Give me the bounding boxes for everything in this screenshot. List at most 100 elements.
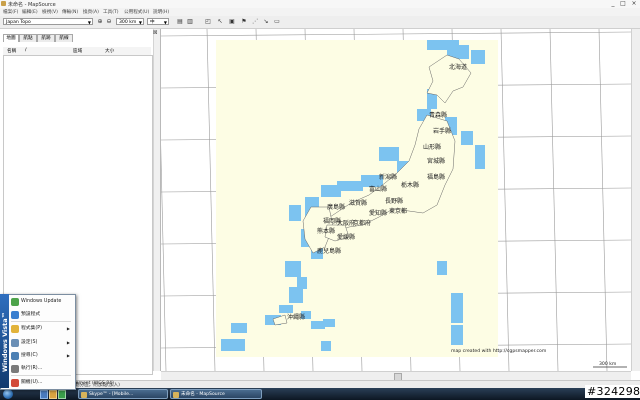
sea-tile (459, 45, 469, 59)
start-menu-item[interactable]: 關機(U)... (10, 377, 72, 389)
start-menu-separator (11, 321, 71, 322)
submenu-arrow-icon: ▶ (66, 326, 70, 331)
close-icon[interactable]: ☒ (153, 30, 157, 36)
start-menu-item[interactable]: 預設程式 (10, 309, 72, 321)
column-area[interactable]: 區域 (73, 48, 82, 54)
grid-line (500, 28, 510, 372)
map-canvas[interactable]: 北海道青森縣岩手縣山形縣宮城縣福島縣 新潟縣栃木縣富山縣長野縣東京都愛知縣滋賀縣廣… (157, 28, 632, 372)
prefecture-label: 富山縣 (369, 185, 387, 193)
sea-tile (321, 185, 341, 197)
sea-tile (231, 323, 247, 333)
start-button[interactable] (3, 389, 13, 399)
taskbar-item-skype[interactable]: Skype™ - [Mobile... (78, 389, 168, 399)
submenu-arrow-icon: ▶ (66, 340, 70, 345)
start-menu-item[interactable]: 程式集(P) ▶ (10, 323, 72, 335)
start-menu-item[interactable]: 搜尋(C) ▶ (10, 350, 72, 362)
vertical-scrollbar[interactable] (631, 29, 640, 371)
start-menu-item[interactable]: 執行(R)... (10, 363, 72, 375)
menu-transfer[interactable]: 傳輸(N) (62, 9, 78, 15)
taskbar-item-mapsource[interactable]: 未命名 - MapSource (170, 389, 262, 399)
prefecture-label: 岩手縣 (433, 127, 451, 135)
route-tool-icon[interactable]: ⋰ (251, 18, 259, 26)
start-menu-item-label: Windows Update (21, 299, 62, 304)
submenu-arrow-icon: ▶ (66, 353, 70, 358)
chevron-down-icon: ▼ (163, 20, 167, 25)
tab-maps[interactable]: 地圖 (3, 34, 19, 42)
menu-tools[interactable]: 工具(T) (103, 9, 119, 15)
panel-scrollbar[interactable] (153, 29, 160, 371)
hand-tool-icon[interactable]: ▣ (228, 18, 236, 26)
tab-waypoints[interactable]: 航點 (19, 34, 37, 42)
sea-tile (311, 321, 325, 329)
start-menu-separator (11, 375, 71, 376)
start-menu-item-label: 程式集(P) (21, 326, 43, 331)
app-icon (1, 1, 6, 6)
detail-value: 中 (150, 20, 155, 25)
sea-tile (451, 293, 463, 323)
maximize-button[interactable]: □ (618, 1, 628, 7)
window-title: 未命名 - MapSource (8, 2, 56, 8)
menu-edit[interactable]: 編輯(E) (22, 9, 38, 15)
prefecture-label: 山形縣 (423, 143, 441, 151)
sea-tile (285, 261, 301, 277)
measure-tool-icon[interactable]: ▭ (273, 18, 281, 26)
sea-tile (323, 319, 335, 327)
prefecture-label: 京都府 (353, 219, 371, 227)
scale-label: 300 km (599, 361, 617, 367)
minimize-button[interactable]: _ (608, 1, 618, 7)
prefecture-label: 栃木縣 (401, 181, 419, 189)
sea-tile (475, 145, 485, 169)
settings-icon (11, 339, 19, 347)
detail-select[interactable]: 中 ▼ (147, 18, 169, 25)
zoom-in-icon[interactable]: ⊕ (96, 18, 104, 26)
start-menu-item-label: 執行(R)... (21, 366, 43, 371)
send-icon[interactable]: ▥ (186, 18, 194, 26)
zoom-out-icon[interactable]: ⊖ (105, 18, 113, 26)
chevron-down-icon: ▼ (87, 20, 91, 25)
prefecture-label: 宮城縣 (427, 157, 445, 165)
track-tool-icon[interactable]: ↘ (262, 18, 270, 26)
tab-routes[interactable]: 航線 (55, 34, 73, 42)
prefecture-label: 鹿兒島縣 (317, 247, 341, 255)
prefecture-label: 東京都 (389, 207, 407, 215)
quicklaunch-icon[interactable] (40, 390, 48, 399)
waypoint-tool-icon[interactable]: ⚑ (240, 18, 248, 26)
sea-tile (321, 341, 331, 351)
menu-view[interactable]: 檢視(V) (42, 9, 58, 15)
prefecture-label: 北海道 (449, 63, 467, 71)
column-name[interactable]: 名稱 (7, 48, 16, 54)
close-button[interactable]: × (629, 1, 639, 7)
sea-tile (437, 261, 447, 275)
quicklaunch-icon[interactable] (58, 390, 66, 399)
start-menu-item-label: 搜尋(C) (21, 353, 38, 358)
start-menu-item-label: 預設程式 (21, 312, 41, 317)
start-menu-item[interactable]: 設定(S) ▶ (10, 337, 72, 349)
vista-brand-text: Windows Vista™ (1, 311, 9, 373)
prefecture-label: 福岡縣 (323, 217, 341, 225)
menu-page[interactable]: 換頁(A) (83, 9, 99, 15)
column-sort[interactable]: / (25, 48, 27, 53)
map-product-select[interactable]: Japan Topo ▼ (3, 18, 93, 25)
mapsource-icon (173, 392, 179, 398)
sea-tile (289, 205, 301, 221)
status-datum: mment (WGS 84) (74, 381, 114, 386)
title-bar: 未命名 - MapSource _ □ × (0, 0, 640, 8)
grid-line (549, 28, 559, 372)
tab-tracks[interactable]: 航跡 (37, 34, 55, 42)
menu-utilities[interactable]: 公用程式(U) (124, 9, 149, 15)
menu-bar: 檔案(F) 編輯(E) 檢視(V) 傳輸(N) 換頁(A) 工具(T) 公用程式… (0, 8, 640, 16)
prefecture-label: 長野縣 (385, 197, 403, 205)
map-tool-icon[interactable]: ◰ (204, 18, 212, 26)
map-view[interactable]: 北海道 青森縣 岩手縣 山形縣 宮城縣 福島縣 新潟縣 栃木縣 富山縣 長野縣 東京都 愛知縣 滋賀縣廣… (157, 28, 632, 372)
run-icon (11, 365, 19, 373)
menu-help[interactable]: 說明(H) (153, 9, 169, 15)
menu-file[interactable]: 檔案(F) (3, 9, 18, 15)
select-tool-icon[interactable]: ↖ (216, 18, 224, 26)
grid-line (206, 28, 216, 372)
zoom-scale-select[interactable]: 300 km ▼ (116, 18, 144, 25)
sea-tile (451, 325, 463, 345)
start-menu-item[interactable]: Windows Update (10, 296, 72, 308)
column-size[interactable]: 大小 (105, 48, 114, 54)
receive-icon[interactable]: ▤ (176, 18, 184, 26)
quicklaunch-icon[interactable] (49, 390, 57, 399)
